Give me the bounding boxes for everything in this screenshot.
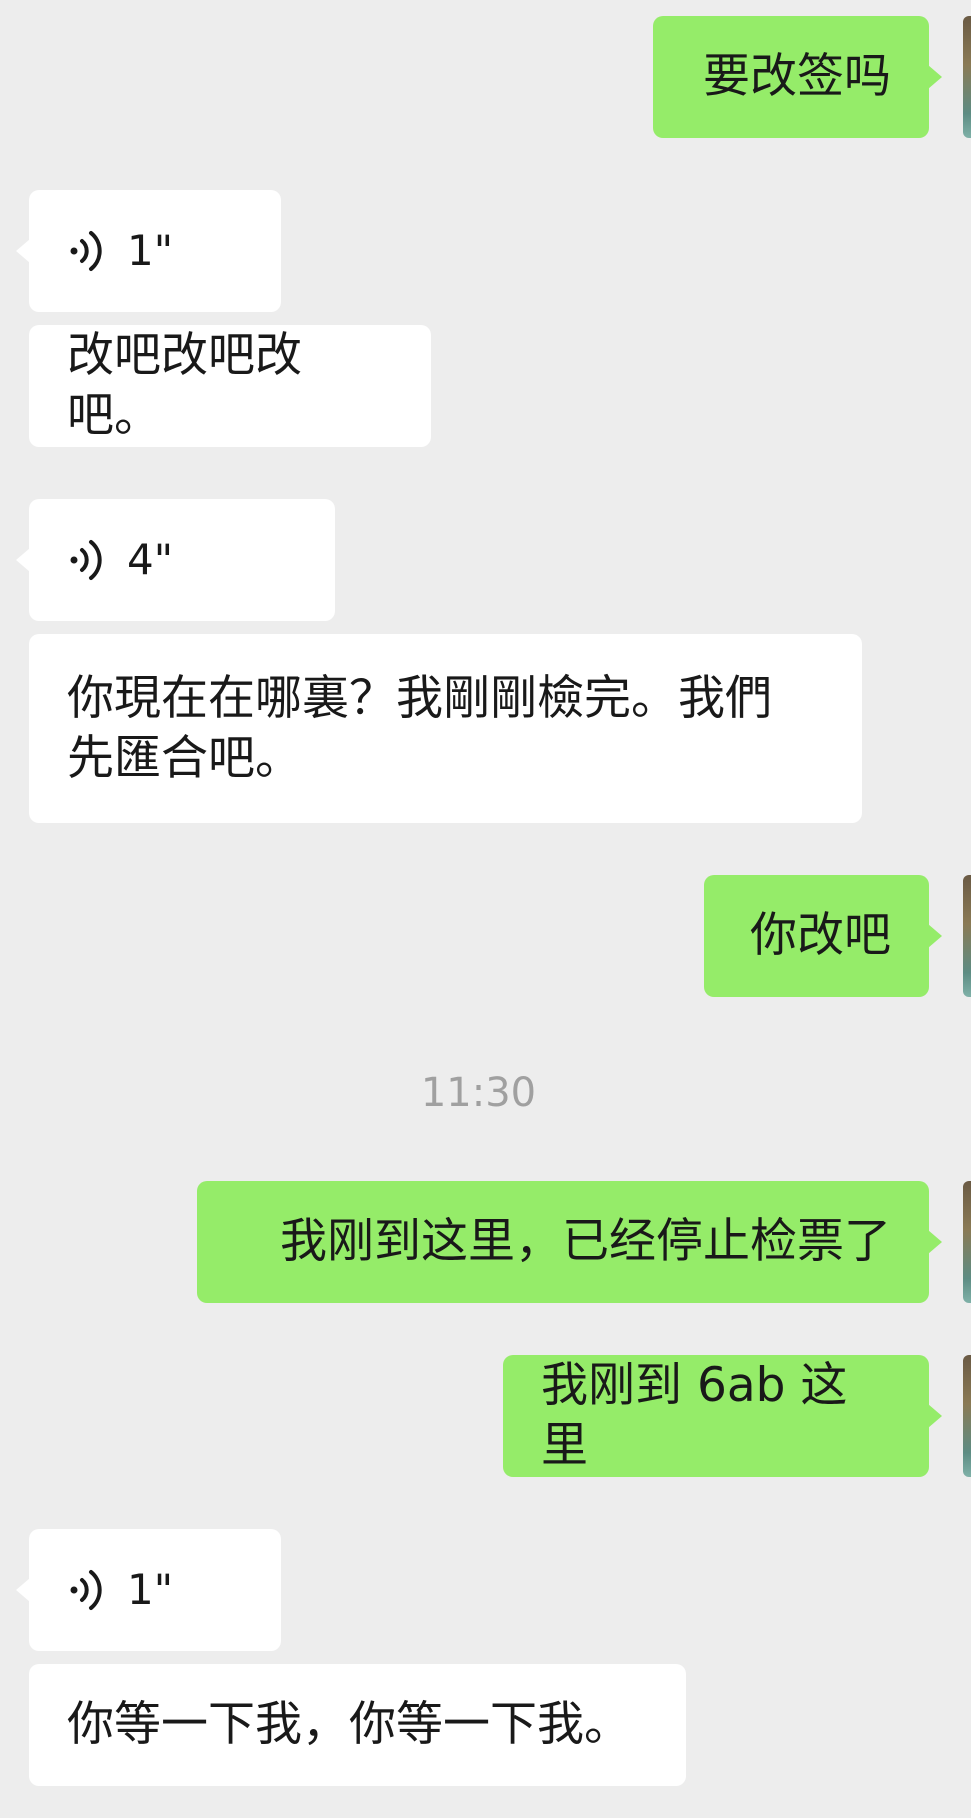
- bubble-tail: [928, 924, 942, 948]
- outgoing-message-bubble[interactable]: 你改吧: [704, 875, 942, 997]
- incoming-message-bubble[interactable]: 你等一下我，你等一下我。: [29, 1664, 686, 1786]
- self-avatar[interactable]: [963, 1181, 971, 1303]
- message-text-line: 你現在在哪裏？我剛剛檢完。我們: [67, 670, 772, 726]
- incoming-voice-message[interactable]: 4": [16, 499, 335, 621]
- outgoing-message-bubble[interactable]: 我刚到这里，已经停止检票了: [197, 1181, 942, 1303]
- voice-duration: 1": [127, 1565, 174, 1614]
- bubble-tail: [16, 548, 30, 572]
- self-avatar[interactable]: [963, 875, 971, 997]
- voice-wave-icon: [70, 1570, 102, 1610]
- outgoing-message-bubble[interactable]: 要改签吗: [653, 16, 942, 138]
- message-timestamp: 11:30: [420, 1070, 537, 1116]
- voice-duration: 4": [127, 535, 174, 584]
- bubble-tail: [928, 1404, 942, 1428]
- message-text: 你等一下我，你等一下我。: [67, 1697, 631, 1752]
- voice-duration: 1": [127, 226, 174, 275]
- chat-message-list: 要改签吗 1" 改吧改吧改吧。 4" 你現在在哪裏？我剛剛檢完。我們 先匯合吧。…: [0, 0, 971, 1818]
- voice-wave-icon: [70, 540, 102, 580]
- incoming-voice-message[interactable]: 1": [16, 190, 281, 312]
- message-text: 改吧改吧改吧。: [67, 328, 302, 443]
- outgoing-message-bubble[interactable]: 我刚到 6ab 这里: [503, 1355, 942, 1477]
- self-avatar[interactable]: [963, 1355, 971, 1477]
- incoming-message-bubble[interactable]: 你現在在哪裏？我剛剛檢完。我們 先匯合吧。: [29, 634, 862, 823]
- message-text: 要改签吗: [703, 49, 891, 104]
- message-text: 我刚到 6ab 这里: [541, 1358, 848, 1473]
- incoming-voice-message[interactable]: 1": [16, 1529, 281, 1651]
- message-text-line: 先匯合吧。: [67, 730, 302, 786]
- incoming-message-bubble[interactable]: 改吧改吧改吧。: [29, 325, 431, 447]
- bubble-tail: [928, 65, 942, 89]
- self-avatar[interactable]: [963, 16, 971, 138]
- message-text: 你改吧: [750, 908, 891, 963]
- bubble-tail: [16, 239, 30, 263]
- bubble-tail: [16, 1578, 30, 1602]
- message-text: 我刚到这里，已经停止检票了: [280, 1214, 891, 1269]
- voice-wave-icon: [70, 231, 102, 271]
- bubble-tail: [928, 1230, 942, 1254]
